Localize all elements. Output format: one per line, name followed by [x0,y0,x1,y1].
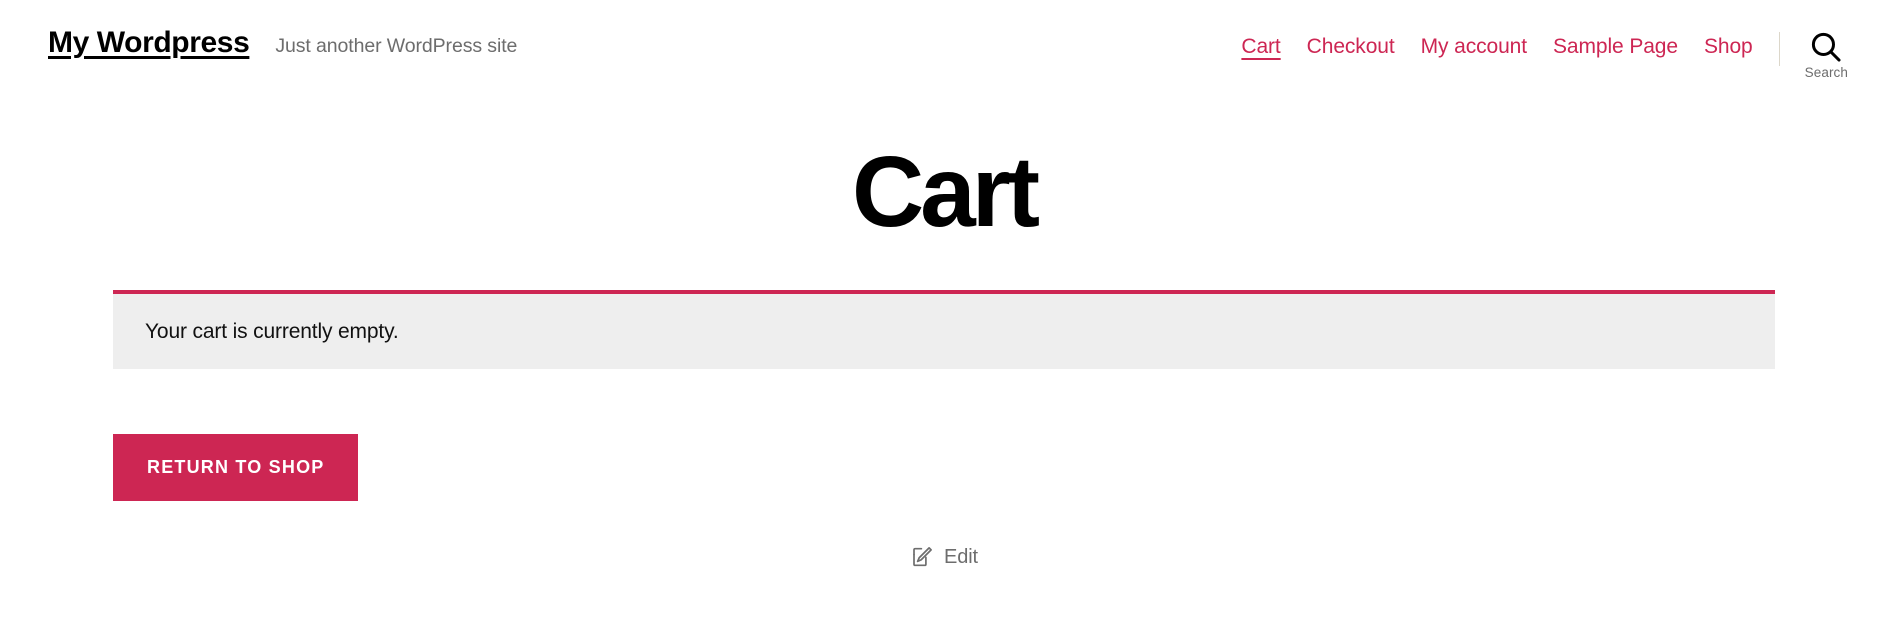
site-header: My Wordpress Just another WordPress site… [0,0,1888,96]
cart-empty-notice-text: Your cart is currently empty. [145,320,399,343]
site-branding: My Wordpress Just another WordPress site [48,26,517,59]
header-divider [1778,32,1780,66]
site-tagline: Just another WordPress site [275,35,518,57]
return-to-shop-wrap: Return to shop [113,434,1775,502]
header-right-group: Cart Checkout My account Sample Page Sho… [1241,26,1848,80]
edit-pencil-icon [910,545,934,569]
search-icon [1809,30,1843,64]
site-main: Cart Your cart is currently empty. Retur… [0,96,1888,569]
search-toggle-label: Search [1804,65,1848,80]
site-title-link[interactable]: My Wordpress [48,26,250,59]
cart-content-area: Your cart is currently empty. Return to … [113,290,1775,569]
nav-item-shop[interactable]: Shop [1704,34,1753,59]
nav-item-my-account[interactable]: My account [1421,34,1527,59]
nav-item-cart[interactable]: Cart [1241,34,1280,59]
nav-item-sample-page[interactable]: Sample Page [1553,34,1678,59]
page-header: Cart [0,96,1888,245]
cart-empty-notice: Your cart is currently empty. [113,290,1775,370]
post-edit-bar: Edit [113,545,1775,569]
nav-item-checkout[interactable]: Checkout [1307,34,1395,59]
primary-navigation: Cart Checkout My account Sample Page Sho… [1241,28,1752,59]
search-toggle-button[interactable]: Search [1805,28,1848,80]
edit-post-label: Edit [943,545,979,568]
return-to-shop-button[interactable]: Return to shop [113,434,359,502]
edit-post-link[interactable]: Edit [910,545,978,569]
page-title: Cart [851,136,1040,248]
